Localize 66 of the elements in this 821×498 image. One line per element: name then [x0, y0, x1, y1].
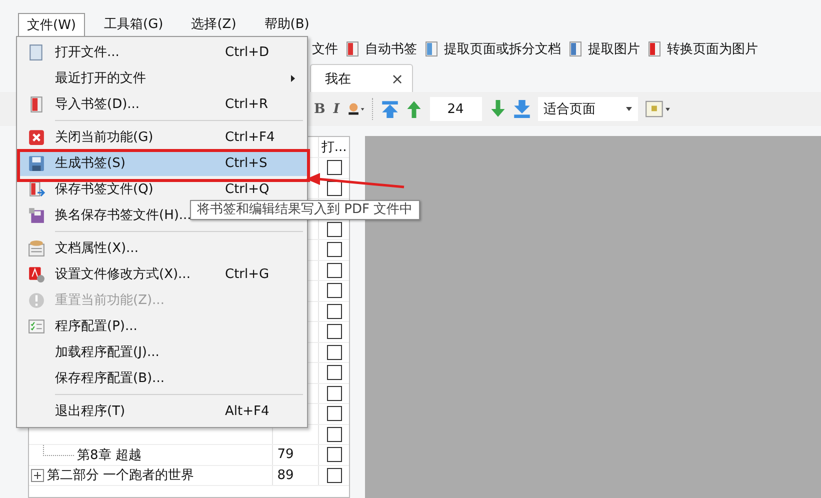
- italic-button[interactable]: I: [329, 101, 344, 117]
- zoom-dropdown[interactable]: 适合页面: [538, 97, 638, 121]
- checkbox[interactable]: [326, 426, 342, 442]
- menu-item[interactable]: 加载程序配置(J)...: [17, 339, 307, 365]
- checkbox[interactable]: [326, 365, 342, 380]
- move-to-bottom-icon[interactable]: [512, 100, 531, 118]
- checkbox[interactable]: [326, 468, 342, 483]
- column-header: 打...: [321, 139, 347, 156]
- menu-bar-item[interactable]: 帮助(B): [255, 12, 318, 36]
- menu-item[interactable]: 保存程序配置(B)...: [17, 365, 307, 391]
- page-view-icon[interactable]: [644, 100, 671, 118]
- checkbox[interactable]: [326, 242, 342, 258]
- document-icon: [647, 41, 663, 57]
- document-arrow-icon: [28, 180, 44, 198]
- page-number: 79: [277, 447, 294, 462]
- close-tab-icon[interactable]: ×: [391, 70, 404, 88]
- document-icon: [424, 41, 440, 57]
- page-number-field[interactable]: 24: [430, 97, 482, 121]
- bold-button[interactable]: B: [310, 101, 330, 117]
- expand-icon[interactable]: [31, 468, 44, 482]
- tooltip: 将书签和编辑结果写入到 PDF 文件中: [190, 200, 420, 220]
- menu-item[interactable]: 设置文件修改方式(X)... Ctrl+G: [17, 261, 307, 287]
- toolbar-button[interactable]: 提取页面或拆分文档: [422, 40, 566, 58]
- bookmark-icon: [28, 96, 44, 112]
- checkbox[interactable]: [326, 304, 342, 319]
- menu-item[interactable]: 生成书签(S) Ctrl+S: [17, 150, 307, 176]
- close-icon: [28, 128, 44, 146]
- menu-item[interactable]: 关闭当前功能(G) Ctrl+F4: [17, 124, 307, 150]
- bookmark-title[interactable]: 第8章 超越: [77, 446, 142, 464]
- menu-item[interactable]: 打开文件... Ctrl+D: [17, 39, 307, 65]
- checkbox[interactable]: [326, 180, 342, 196]
- page-number: 89: [277, 468, 294, 483]
- document-properties-icon: [28, 240, 44, 256]
- pdf-settings-icon: [28, 266, 44, 282]
- checkbox[interactable]: [326, 406, 342, 422]
- toolbar-button[interactable]: 转换页面为图片: [645, 40, 763, 58]
- checkbox[interactable]: [326, 324, 342, 340]
- move-up-icon[interactable]: [404, 100, 423, 118]
- checkbox[interactable]: [326, 447, 342, 462]
- document-icon: [345, 41, 361, 57]
- document-icon: [28, 44, 44, 60]
- picture-icon: [568, 41, 584, 57]
- menu-bar-item[interactable]: 文件(W): [18, 12, 85, 36]
- menu-item[interactable]: 退出程序(T) Alt+F4: [17, 398, 307, 424]
- checkbox[interactable]: [326, 344, 342, 360]
- menu-item[interactable]: 文档属性(X)...: [17, 235, 307, 261]
- checklist-icon: [28, 318, 44, 334]
- menu-item[interactable]: 导入书签(D)... Ctrl+R: [17, 91, 307, 117]
- checkbox[interactable]: [326, 386, 342, 401]
- menu-item[interactable]: 程序配置(P)...: [17, 313, 307, 339]
- toolbar-button[interactable]: 自动书签: [343, 40, 422, 58]
- toolbar-button[interactable]: 提取图片: [566, 40, 645, 58]
- bookmark-title[interactable]: 第二部分 一个跑者的世界: [47, 466, 194, 484]
- document-tab[interactable]: 我在 ×: [310, 64, 413, 92]
- toolbar-button[interactable]: 文件: [310, 40, 343, 58]
- move-to-top-icon[interactable]: [380, 100, 399, 118]
- caret-icon: [626, 107, 632, 111]
- menu-item[interactable]: 最近打开的文件: [17, 65, 307, 91]
- checkbox[interactable]: [326, 222, 342, 237]
- checkbox[interactable]: [326, 160, 342, 176]
- checkbox[interactable]: [326, 283, 342, 298]
- exclamation-icon: [28, 292, 44, 308]
- checkbox[interactable]: [326, 262, 342, 278]
- menu-bar-item[interactable]: 选择(Z): [182, 12, 246, 36]
- menu-bar-item[interactable]: 工具箱(G): [95, 12, 172, 36]
- move-down-icon[interactable]: [488, 100, 507, 118]
